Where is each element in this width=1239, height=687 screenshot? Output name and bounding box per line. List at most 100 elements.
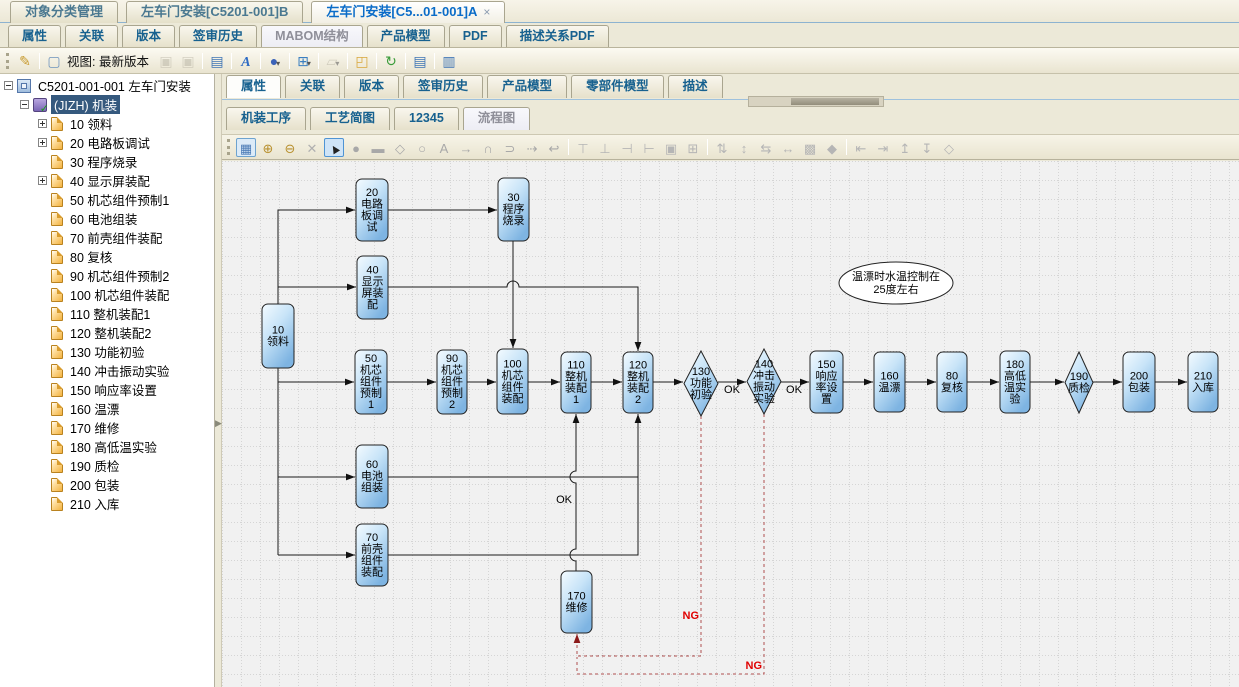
tree-item-160[interactable]: 160 温漂: [0, 399, 214, 418]
space-vertical-icon[interactable]: ⇅: [712, 138, 732, 157]
arc-tool-icon[interactable]: ∩: [478, 138, 498, 157]
structure-icon[interactable]: ⊞▾: [293, 51, 315, 71]
compress-v-icon[interactable]: ↥: [895, 138, 915, 157]
mabom-tab-5[interactable]: 产品模型: [367, 25, 445, 47]
tree-item-120[interactable]: 120 整机装配2: [0, 323, 214, 342]
cursor-icon[interactable]: ▲: [324, 138, 344, 157]
tree-item-80[interactable]: 80 复核: [0, 247, 214, 266]
flow-node-20[interactable]: 20电路板调试: [356, 179, 388, 241]
expand-toggle-icon[interactable]: [38, 138, 47, 147]
database-icon[interactable]: ●▾: [264, 51, 286, 71]
collapse-toggle-icon[interactable]: [20, 100, 29, 109]
delete-icon[interactable]: ✕: [302, 138, 322, 157]
table-edit2-icon[interactable]: ▤: [409, 51, 431, 71]
tree-item-140[interactable]: 140 冲击振动实验: [0, 361, 214, 380]
expand-toggle-icon[interactable]: [38, 119, 47, 128]
table-icon[interactable]: ▦: [236, 138, 256, 157]
align-bottom-icon[interactable]: ⊥: [595, 138, 615, 157]
flow-node-100[interactable]: 100机芯组件装配: [497, 349, 528, 414]
close-tab-icon[interactable]: ×: [483, 5, 490, 19]
zoom-out-icon[interactable]: ⊖: [280, 138, 300, 157]
dropdown-arrow-icon[interactable]: ▾: [307, 59, 311, 68]
align-top-icon[interactable]: ⊤: [573, 138, 593, 157]
tree-item-100[interactable]: 100 机芯组件装配: [0, 285, 214, 304]
tree-item-70[interactable]: 70 前壳组件装配: [0, 228, 214, 247]
flow-node-150[interactable]: 150响应率设置: [810, 351, 843, 413]
roundrect-tool-icon[interactable]: ▬: [368, 138, 388, 157]
tree-root-item[interactable]: C5201-001-001 左车门安装: [0, 76, 214, 95]
mabom-tab-4[interactable]: MABOM结构: [261, 25, 363, 47]
flow-node-170[interactable]: 170维修: [561, 571, 592, 633]
view-tab-2[interactable]: 12345: [394, 107, 459, 130]
detail-tab-5[interactable]: 零部件模型: [571, 75, 664, 98]
flow-node-50[interactable]: 50机芯组件预制1: [355, 350, 387, 414]
detail-tab-0[interactable]: 属性: [226, 75, 281, 98]
edit-icon[interactable]: ✎: [14, 51, 36, 71]
table-edit-icon[interactable]: ▤: [206, 51, 228, 71]
tree-item-150[interactable]: 150 响应率设置: [0, 380, 214, 399]
scrollbar-thumb[interactable]: [791, 98, 879, 105]
flow-node-210[interactable]: 210入库: [1188, 352, 1218, 412]
tree-item-90[interactable]: 90 机芯组件预制2: [0, 266, 214, 285]
fit-icon[interactable]: ◆: [822, 138, 842, 157]
center-vertical-icon[interactable]: ↕: [734, 138, 754, 157]
circle-tool-icon[interactable]: ○: [412, 138, 432, 157]
tree-item-40[interactable]: 40 显示屏装配: [0, 171, 214, 190]
refresh-icon[interactable]: ↻: [380, 51, 402, 71]
flow-node-80[interactable]: 80复核: [937, 352, 967, 412]
flow-node-70[interactable]: 70前壳组件装配: [356, 524, 388, 586]
expand-toggle-icon[interactable]: [38, 176, 47, 185]
expand-v-icon[interactable]: ↧: [917, 138, 937, 157]
align-left-icon[interactable]: ⊣: [617, 138, 637, 157]
mabom-tab-0[interactable]: 属性: [8, 25, 61, 47]
mabom-tab-2[interactable]: 版本: [122, 25, 175, 47]
center-icon[interactable]: ⊞: [683, 138, 703, 157]
tree-item-210[interactable]: 210 入库: [0, 494, 214, 513]
panel-splitter[interactable]: ▶: [215, 74, 222, 687]
dashed-arrow-tool-icon[interactable]: ⇢: [522, 138, 542, 157]
zoom-sel-icon[interactable]: ◇: [939, 138, 959, 157]
tree-item-180[interactable]: 180 高低温实验: [0, 437, 214, 456]
space-horizontal-icon[interactable]: ⇆: [756, 138, 776, 157]
tree-item-190[interactable]: 190 质检: [0, 456, 214, 475]
tree-item-170[interactable]: 170 维修: [0, 418, 214, 437]
flow-node-120[interactable]: 120整机装配2: [623, 352, 653, 413]
group-icon[interactable]: ▩: [800, 138, 820, 157]
diamond-tool-icon[interactable]: ◇: [390, 138, 410, 157]
curve-tool-icon[interactable]: ⊃: [500, 138, 520, 157]
mabom-tab-1[interactable]: 关联: [65, 25, 118, 47]
same-size-icon[interactable]: ▣: [661, 138, 681, 157]
expand-h-icon[interactable]: ⇥: [873, 138, 893, 157]
tree-item-20[interactable]: 20 电路板调试: [0, 133, 214, 152]
tree-item-110[interactable]: 110 整机装配1: [0, 304, 214, 323]
mabom-tab-3[interactable]: 签审历史: [179, 25, 257, 47]
tree-item-130[interactable]: 130 功能初验: [0, 342, 214, 361]
tree-item-30[interactable]: 30 程序烧录: [0, 152, 214, 171]
flow-node-110[interactable]: 110整机装配1: [561, 352, 591, 413]
tree-item-50[interactable]: 50 机芯组件预制1: [0, 190, 214, 209]
dropdown-arrow-icon[interactable]: ▾: [276, 59, 280, 68]
top-tab-1[interactable]: 左车门安装[C5201-001]B: [126, 1, 303, 23]
dropdown-arrow-icon[interactable]: ▾: [335, 59, 339, 68]
text-tool-icon[interactable]: A: [434, 138, 454, 157]
flow-node-10[interactable]: 10领料: [262, 304, 294, 368]
panel-scrollbar[interactable]: ▼: [748, 96, 884, 107]
view-tab-3[interactable]: 流程图: [463, 107, 531, 130]
ellipse-tool-icon[interactable]: ●: [346, 138, 366, 157]
flow-node-60[interactable]: 60电池组装: [356, 445, 388, 508]
view-tab-0[interactable]: 机装工序: [226, 107, 306, 130]
arrow-tool-icon[interactable]: →: [456, 138, 476, 157]
tree-group-item[interactable]: (JIZH) 机装: [0, 95, 214, 114]
flow-node-90[interactable]: 90机芯组件预制2: [437, 350, 467, 414]
splitter-collapse-icon[interactable]: ▶: [215, 418, 222, 429]
flow-node-40[interactable]: 40显示屏装配: [357, 256, 388, 319]
detail-tab-6[interactable]: 描述: [668, 75, 723, 98]
mabom-tab-6[interactable]: PDF: [449, 25, 502, 47]
flow-canvas[interactable]: 10领料 20电路板调试 30程序烧录 40显示屏装配 50机芯组件预制1 90机芯组件预…: [222, 161, 1239, 687]
folder-search-icon[interactable]: ◰: [351, 51, 373, 71]
tree-item-60[interactable]: 60 电池组装: [0, 209, 214, 228]
align-right-icon[interactable]: ⊢: [639, 138, 659, 157]
top-tab-0[interactable]: 对象分类管理: [10, 1, 118, 23]
flow-node-30[interactable]: 30程序烧录: [498, 178, 529, 241]
zoom-in-icon[interactable]: ⊕: [258, 138, 278, 157]
